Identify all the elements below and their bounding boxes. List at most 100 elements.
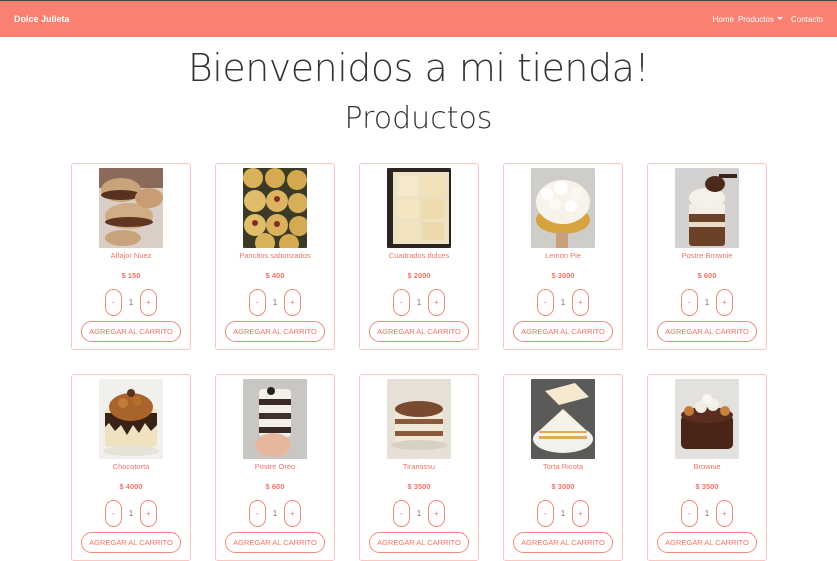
increase-button[interactable]: + — [140, 500, 157, 527]
welcome-heading: Bienvenidos a mi tienda! — [187, 46, 650, 90]
quantity-value: 1 — [272, 298, 278, 307]
product-name: Brownie — [693, 462, 721, 471]
quantity-value: 1 — [704, 298, 710, 307]
decrease-button[interactable]: - — [537, 500, 554, 527]
add-to-cart-button[interactable]: AGREGAR AL CARRITO — [657, 532, 757, 553]
product-name: Chocotorta — [112, 462, 150, 471]
product-card: Tiramissu $ 3500 - 1 + AGREGAR AL CARRIT… — [359, 374, 479, 561]
increase-button[interactable]: + — [572, 289, 589, 316]
postre-oreo-photo[interactable] — [243, 379, 307, 459]
add-to-cart-button[interactable]: AGREGAR AL CARRITO — [369, 321, 469, 342]
nav-links: Home Productos Contacto — [713, 15, 823, 24]
add-to-cart-button[interactable]: AGREGAR AL CARRITO — [657, 321, 757, 342]
product-name: Postre Oreo — [254, 462, 296, 471]
product-price: $ 2000 — [407, 271, 431, 280]
product-name: Lemon Pie — [545, 251, 581, 260]
pancitos-photo[interactable] — [243, 168, 307, 248]
product-price: $ 3000 — [551, 482, 575, 491]
product-price: $ 150 — [121, 271, 141, 280]
quantity-stepper: - 1 + — [249, 500, 301, 527]
quantity-value: 1 — [128, 509, 134, 518]
add-to-cart-button[interactable]: AGREGAR AL CARRITO — [369, 532, 469, 553]
product-card: Lemon Pie $ 3000 - 1 + AGREGAR AL CARRIT… — [503, 163, 623, 350]
quantity-value: 1 — [560, 298, 566, 307]
decrease-button[interactable]: - — [393, 500, 410, 527]
product-card: Torta Ricota $ 3000 - 1 + AGREGAR AL CAR… — [503, 374, 623, 561]
chocotorta-photo[interactable] — [99, 379, 163, 459]
quantity-value: 1 — [704, 509, 710, 518]
product-card: Postre Oreo $ 600 - 1 + AGREGAR AL CARRI… — [215, 374, 335, 561]
quantity-value: 1 — [128, 298, 134, 307]
quantity-stepper: - 1 + — [681, 289, 733, 316]
tiramissu-photo[interactable] — [387, 379, 451, 459]
increase-button[interactable]: + — [284, 289, 301, 316]
quantity-value: 1 — [560, 509, 566, 518]
add-to-cart-button[interactable]: AGREGAR AL CARRITO — [225, 321, 325, 342]
increase-button[interactable]: + — [140, 289, 157, 316]
product-card: Brownie $ 3500 - 1 + AGREGAR AL CARRITO — [647, 374, 767, 561]
product-card: Pancitos saborizados $ 400 - 1 + AGREGAR… — [215, 163, 335, 350]
add-to-cart-button[interactable]: AGREGAR AL CARRITO — [81, 321, 181, 342]
nav-productos-label: Productos — [737, 14, 774, 24]
increase-button[interactable]: + — [428, 289, 445, 316]
increase-button[interactable]: + — [428, 500, 445, 527]
quantity-stepper: - 1 + — [105, 500, 157, 527]
decrease-button[interactable]: - — [105, 500, 122, 527]
nav-productos-dropdown[interactable]: Productos — [738, 15, 787, 24]
increase-button[interactable]: + — [284, 500, 301, 527]
torta-ricota-photo[interactable] — [531, 379, 595, 459]
section-title: Productos — [344, 101, 493, 136]
product-price: $ 600 — [697, 271, 717, 280]
quantity-stepper: - 1 + — [537, 500, 589, 527]
quantity-stepper: - 1 + — [105, 289, 157, 316]
product-price: $ 3500 — [695, 482, 719, 491]
quantity-stepper: - 1 + — [249, 289, 301, 316]
product-price: $ 400 — [265, 271, 285, 280]
product-name: Torta Ricota — [542, 462, 584, 471]
quantity-value: 1 — [272, 509, 278, 518]
increase-button[interactable]: + — [716, 289, 733, 316]
chevron-down-icon — [776, 17, 783, 21]
quantity-stepper: - 1 + — [537, 289, 589, 316]
decrease-button[interactable]: - — [681, 289, 698, 316]
postre-brownie-photo[interactable] — [675, 168, 739, 248]
product-name: Tiramissu — [402, 462, 436, 471]
lemon-pie-photo[interactable] — [531, 168, 595, 248]
quantity-value: 1 — [416, 298, 422, 307]
product-card: Cuadrados dulces $ 2000 - 1 + AGREGAR AL… — [359, 163, 479, 350]
add-to-cart-button[interactable]: AGREGAR AL CARRITO — [81, 532, 181, 553]
product-card: Alfajor Nuez $ 150 - 1 + AGREGAR AL CARR… — [71, 163, 191, 350]
product-price: $ 3000 — [551, 271, 575, 280]
add-to-cart-button[interactable]: AGREGAR AL CARRITO — [225, 532, 325, 553]
increase-button[interactable]: + — [716, 500, 733, 527]
nav-contacto[interactable]: Contacto — [791, 15, 823, 24]
quantity-stepper: - 1 + — [681, 500, 733, 527]
add-to-cart-button[interactable]: AGREGAR AL CARRITO — [513, 321, 613, 342]
quantity-stepper: - 1 + — [393, 500, 445, 527]
product-card: Postre Brownie $ 600 - 1 + AGREGAR AL CA… — [647, 163, 767, 350]
product-name: Postre Brownie — [681, 251, 733, 260]
product-price: $ 3500 — [407, 482, 431, 491]
alfajor-photo[interactable] — [99, 168, 163, 248]
brand-link[interactable]: Dolce Julieta — [14, 14, 70, 24]
navbar: Dolce Julieta Home Productos Contacto — [0, 0, 837, 37]
brownie-photo[interactable] — [675, 379, 739, 459]
decrease-button[interactable]: - — [249, 500, 266, 527]
product-price: $ 4000 — [119, 482, 143, 491]
add-to-cart-button[interactable]: AGREGAR AL CARRITO — [513, 532, 613, 553]
cuadrados-photo[interactable] — [387, 168, 451, 248]
quantity-stepper: - 1 + — [393, 289, 445, 316]
increase-button[interactable]: + — [572, 500, 589, 527]
product-price: $ 600 — [265, 482, 285, 491]
decrease-button[interactable]: - — [105, 289, 122, 316]
quantity-value: 1 — [416, 509, 422, 518]
nav-home[interactable]: Home — [713, 15, 734, 24]
decrease-button[interactable]: - — [249, 289, 266, 316]
decrease-button[interactable]: - — [537, 289, 554, 316]
product-name: Alfajor Nuez — [110, 251, 152, 260]
decrease-button[interactable]: - — [681, 500, 698, 527]
decrease-button[interactable]: - — [393, 289, 410, 316]
product-card: Chocotorta $ 4000 - 1 + AGREGAR AL CARRI… — [71, 374, 191, 561]
product-grid: Alfajor Nuez $ 150 - 1 + AGREGAR AL CARR… — [71, 163, 771, 561]
product-name: Pancitos saborizados — [239, 251, 311, 260]
